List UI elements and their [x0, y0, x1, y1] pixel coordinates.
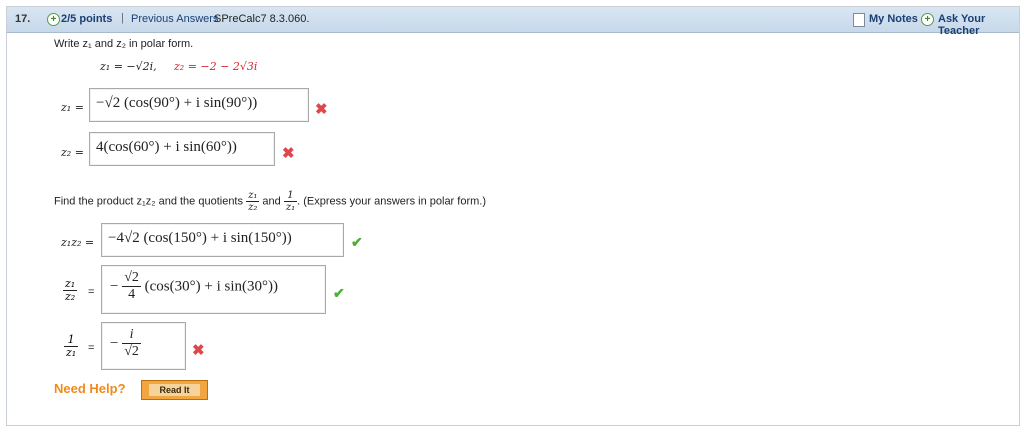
reciprocal-label: 1 z₁: [64, 333, 79, 359]
my-notes-icon[interactable]: [853, 13, 865, 27]
product-correct-icon: ✔: [351, 234, 363, 250]
z1-label: z₁ =: [61, 101, 84, 114]
quotient-minus: −: [110, 278, 119, 295]
question-number: 17.: [15, 13, 31, 25]
question-header: 17. + 2/5 points | Previous Answers SPre…: [7, 7, 1019, 37]
quotient-expression: − √2 4 (cos(30°) + i sin(30°)): [110, 270, 278, 303]
z2-incorrect-icon: ✖: [282, 145, 295, 162]
prompt-text: Write z₁ and z₂ in polar form.: [54, 38, 194, 50]
product-answer-box[interactable]: −4√2 (cos(150°) + i sin(150°)): [101, 223, 344, 257]
my-notes-link[interactable]: My Notes: [869, 13, 918, 25]
previous-answers-link[interactable]: Previous Answers: [131, 13, 218, 25]
part2-instruction: Find the product z₁z₂ and the quotients …: [54, 190, 486, 216]
read-it-label: Read It: [149, 384, 200, 396]
instruction-frac2: 1 z₁: [283, 190, 298, 213]
points-label: 2/5 points: [61, 13, 113, 25]
given-z1: z₁ = −√2i,: [100, 60, 157, 73]
reciprocal-expression: − i √2: [110, 327, 141, 360]
instruction-post: . (Express your answers in polar form.): [297, 195, 486, 208]
reciprocal-fraction: i √2: [122, 327, 141, 359]
z1-incorrect-icon: ✖: [315, 101, 328, 118]
reciprocal-incorrect-icon: ✖: [192, 342, 205, 359]
expand-points-icon[interactable]: +: [47, 13, 60, 26]
z2-answer-box[interactable]: 4(cos(60°) + i sin(60°)): [89, 132, 275, 166]
header-separator: |: [121, 12, 124, 24]
reciprocal-equals: =: [88, 342, 95, 354]
product-label: z₁z₂ =: [61, 236, 95, 249]
source-label: SPreCalc7 8.3.060.: [214, 13, 310, 25]
need-help-label: Need Help?: [54, 381, 126, 396]
z1-answer-box[interactable]: −√2 (cos(90°) + i sin(90°)): [89, 88, 309, 122]
quotient-equals: =: [88, 286, 95, 298]
reciprocal-minus: −: [110, 335, 119, 352]
instruction-pre: Find the product z₁z₂ and the quotients: [54, 195, 243, 208]
z2-label: z₂ =: [61, 146, 84, 159]
quotient-answer-box[interactable]: − √2 4 (cos(30°) + i sin(30°)): [101, 265, 326, 314]
instruction-and: and: [262, 195, 281, 208]
quotient-fraction: √2 4: [122, 270, 141, 302]
given-z2: z₂ = −2 − 2√3i: [174, 60, 258, 73]
read-it-button[interactable]: Read It: [140, 379, 209, 401]
z1-answer-value: −√2 (cos(90°) + i sin(90°)): [96, 95, 258, 111]
instruction-frac1: z₁ z₂: [246, 190, 260, 213]
quotient-rest: (cos(30°) + i sin(30°)): [144, 278, 279, 295]
ask-teacher-link[interactable]: Ask Your Teacher: [938, 13, 1019, 37]
quotient-correct-icon: ✔: [333, 285, 345, 301]
reciprocal-answer-box[interactable]: − i √2: [101, 322, 186, 370]
quotient-label: z₁ z₂: [63, 277, 78, 303]
product-answer-value: −4√2 (cos(150°) + i sin(150°)): [108, 230, 292, 246]
ask-teacher-icon[interactable]: +: [921, 13, 934, 26]
z2-answer-value: 4(cos(60°) + i sin(60°)): [96, 139, 237, 155]
